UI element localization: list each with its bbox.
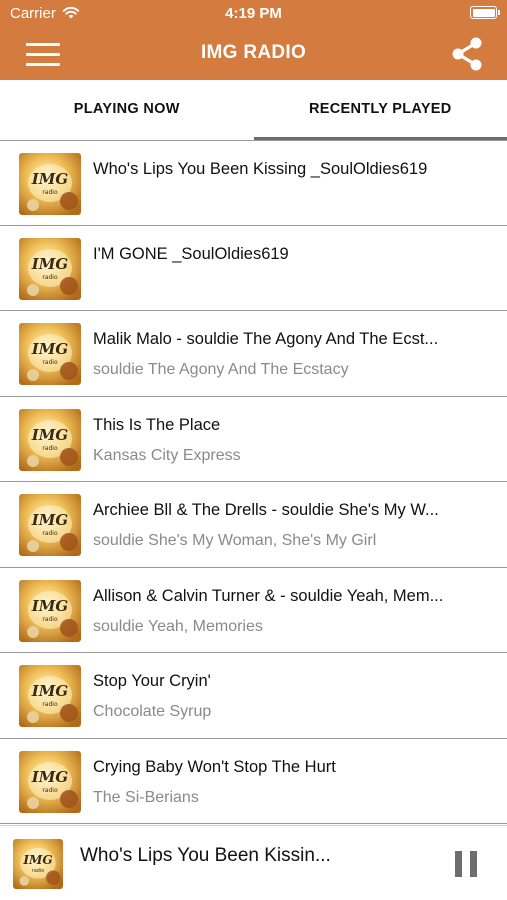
tab-label: PLAYING NOW: [73, 101, 180, 117]
pause-button[interactable]: [455, 851, 477, 877]
track-title: Malik Malo - souldie The Agony And The E…: [93, 330, 439, 348]
tab-bar: PLAYING NOW RECENTLY PLAYED: [0, 80, 507, 140]
album-art-thumbnail: IMG radio: [19, 408, 81, 471]
svg-text:IMG: IMG: [31, 768, 69, 786]
now-playing-title: Who's Lips You Been Kissin...: [80, 845, 331, 866]
svg-text:radio: radio: [42, 530, 58, 537]
svg-text:IMG: IMG: [22, 853, 52, 867]
album-art-thumbnail: IMG radio: [19, 665, 81, 727]
share-icon[interactable]: [447, 34, 487, 74]
tab-label: RECENTLY PLAYED: [308, 101, 452, 117]
list-item[interactable]: IMG radio Stop Your Cryin' Chocolate Syru…: [0, 653, 507, 739]
svg-text:radio: radio: [42, 701, 58, 708]
album-art-thumbnail: IMG radio: [13, 839, 63, 889]
svg-text:radio: radio: [42, 445, 58, 452]
track-title: Who's Lips You Been Kissing _SoulOldies6…: [93, 160, 428, 178]
app-title: IMG RADIO: [200, 42, 307, 63]
album-art-thumbnail: IMG radio: [19, 579, 81, 642]
svg-text:radio: radio: [42, 787, 58, 794]
track-artist: souldie The Agony And The Ecstacy: [93, 361, 349, 378]
track-title: Archiee Bll & The Drells - souldie She's…: [93, 501, 439, 519]
track-title: Stop Your Cryin': [93, 672, 211, 690]
album-art-thumbnail: IMG radio: [19, 237, 81, 300]
svg-text:IMG: IMG: [31, 340, 69, 358]
now-playing-bar[interactable]: IMG radio Who's Lips You Been Kissin...: [0, 825, 507, 900]
svg-text:IMG: IMG: [31, 255, 69, 273]
list-item[interactable]: IMG radio Archiee Bll & The Drells - sou…: [0, 482, 507, 568]
track-artist: The Si-Berians: [93, 788, 199, 806]
track-title: Crying Baby Won't Stop The Hurt: [93, 757, 336, 776]
status-bar: Carrier 4:19 PM: [0, 0, 507, 28]
list-item[interactable]: IMG radio Malik Malo - souldie The Agony…: [0, 311, 507, 397]
svg-text:IMG: IMG: [31, 682, 69, 700]
track-artist: souldie Yeah, Memories: [93, 617, 263, 635]
svg-text:radio: radio: [42, 616, 58, 623]
recently-played-list[interactable]: IMG radio Who's Lips You Been Kissing _S…: [0, 140, 507, 825]
list-item[interactable]: IMG radio Allison & Calvin Turner & - so…: [0, 567, 507, 653]
track-title: This Is The Place: [93, 415, 221, 434]
svg-text:IMG: IMG: [31, 170, 69, 188]
album-art-thumbnail: IMG radio: [19, 750, 81, 813]
list-item[interactable]: IMG radio Who's Lips You Been Kissing _S…: [0, 140, 507, 226]
list-item[interactable]: IMG radio This Is The Place Kansas City E…: [0, 396, 507, 482]
svg-text:radio: radio: [42, 359, 58, 366]
album-art-thumbnail: IMG radio: [19, 153, 81, 215]
album-art-thumbnail: IMG radio: [19, 494, 81, 556]
svg-text:IMG: IMG: [31, 426, 69, 444]
svg-text:IMG: IMG: [31, 597, 69, 615]
track-title: I'M GONE _SoulOldies619: [93, 244, 289, 263]
list-item[interactable]: IMG radio Crying Baby Won't Stop The Hur…: [0, 738, 507, 824]
svg-text:IMG: IMG: [31, 511, 69, 529]
battery-icon: [470, 6, 500, 19]
tab-recently-played[interactable]: RECENTLY PLAYED: [253, 80, 507, 140]
track-artist: Chocolate Syrup: [93, 703, 212, 720]
tab-playing-now[interactable]: PLAYING NOW: [0, 80, 254, 140]
svg-text:radio: radio: [32, 868, 44, 874]
album-art-thumbnail: IMG radio: [19, 323, 81, 385]
clock-time: 4:19 PM: [225, 5, 282, 22]
track-title: Allison & Calvin Turner & - souldie Yeah…: [93, 586, 444, 605]
track-artist: souldie She's My Woman, She's My Girl: [93, 532, 377, 549]
svg-text:radio: radio: [42, 274, 58, 281]
svg-text:radio: radio: [42, 189, 58, 196]
track-artist: Kansas City Express: [93, 446, 241, 464]
nav-bar: IMG RADIO: [0, 28, 507, 80]
list-item[interactable]: IMG radio I'M GONE _SoulOldies619: [0, 225, 507, 311]
